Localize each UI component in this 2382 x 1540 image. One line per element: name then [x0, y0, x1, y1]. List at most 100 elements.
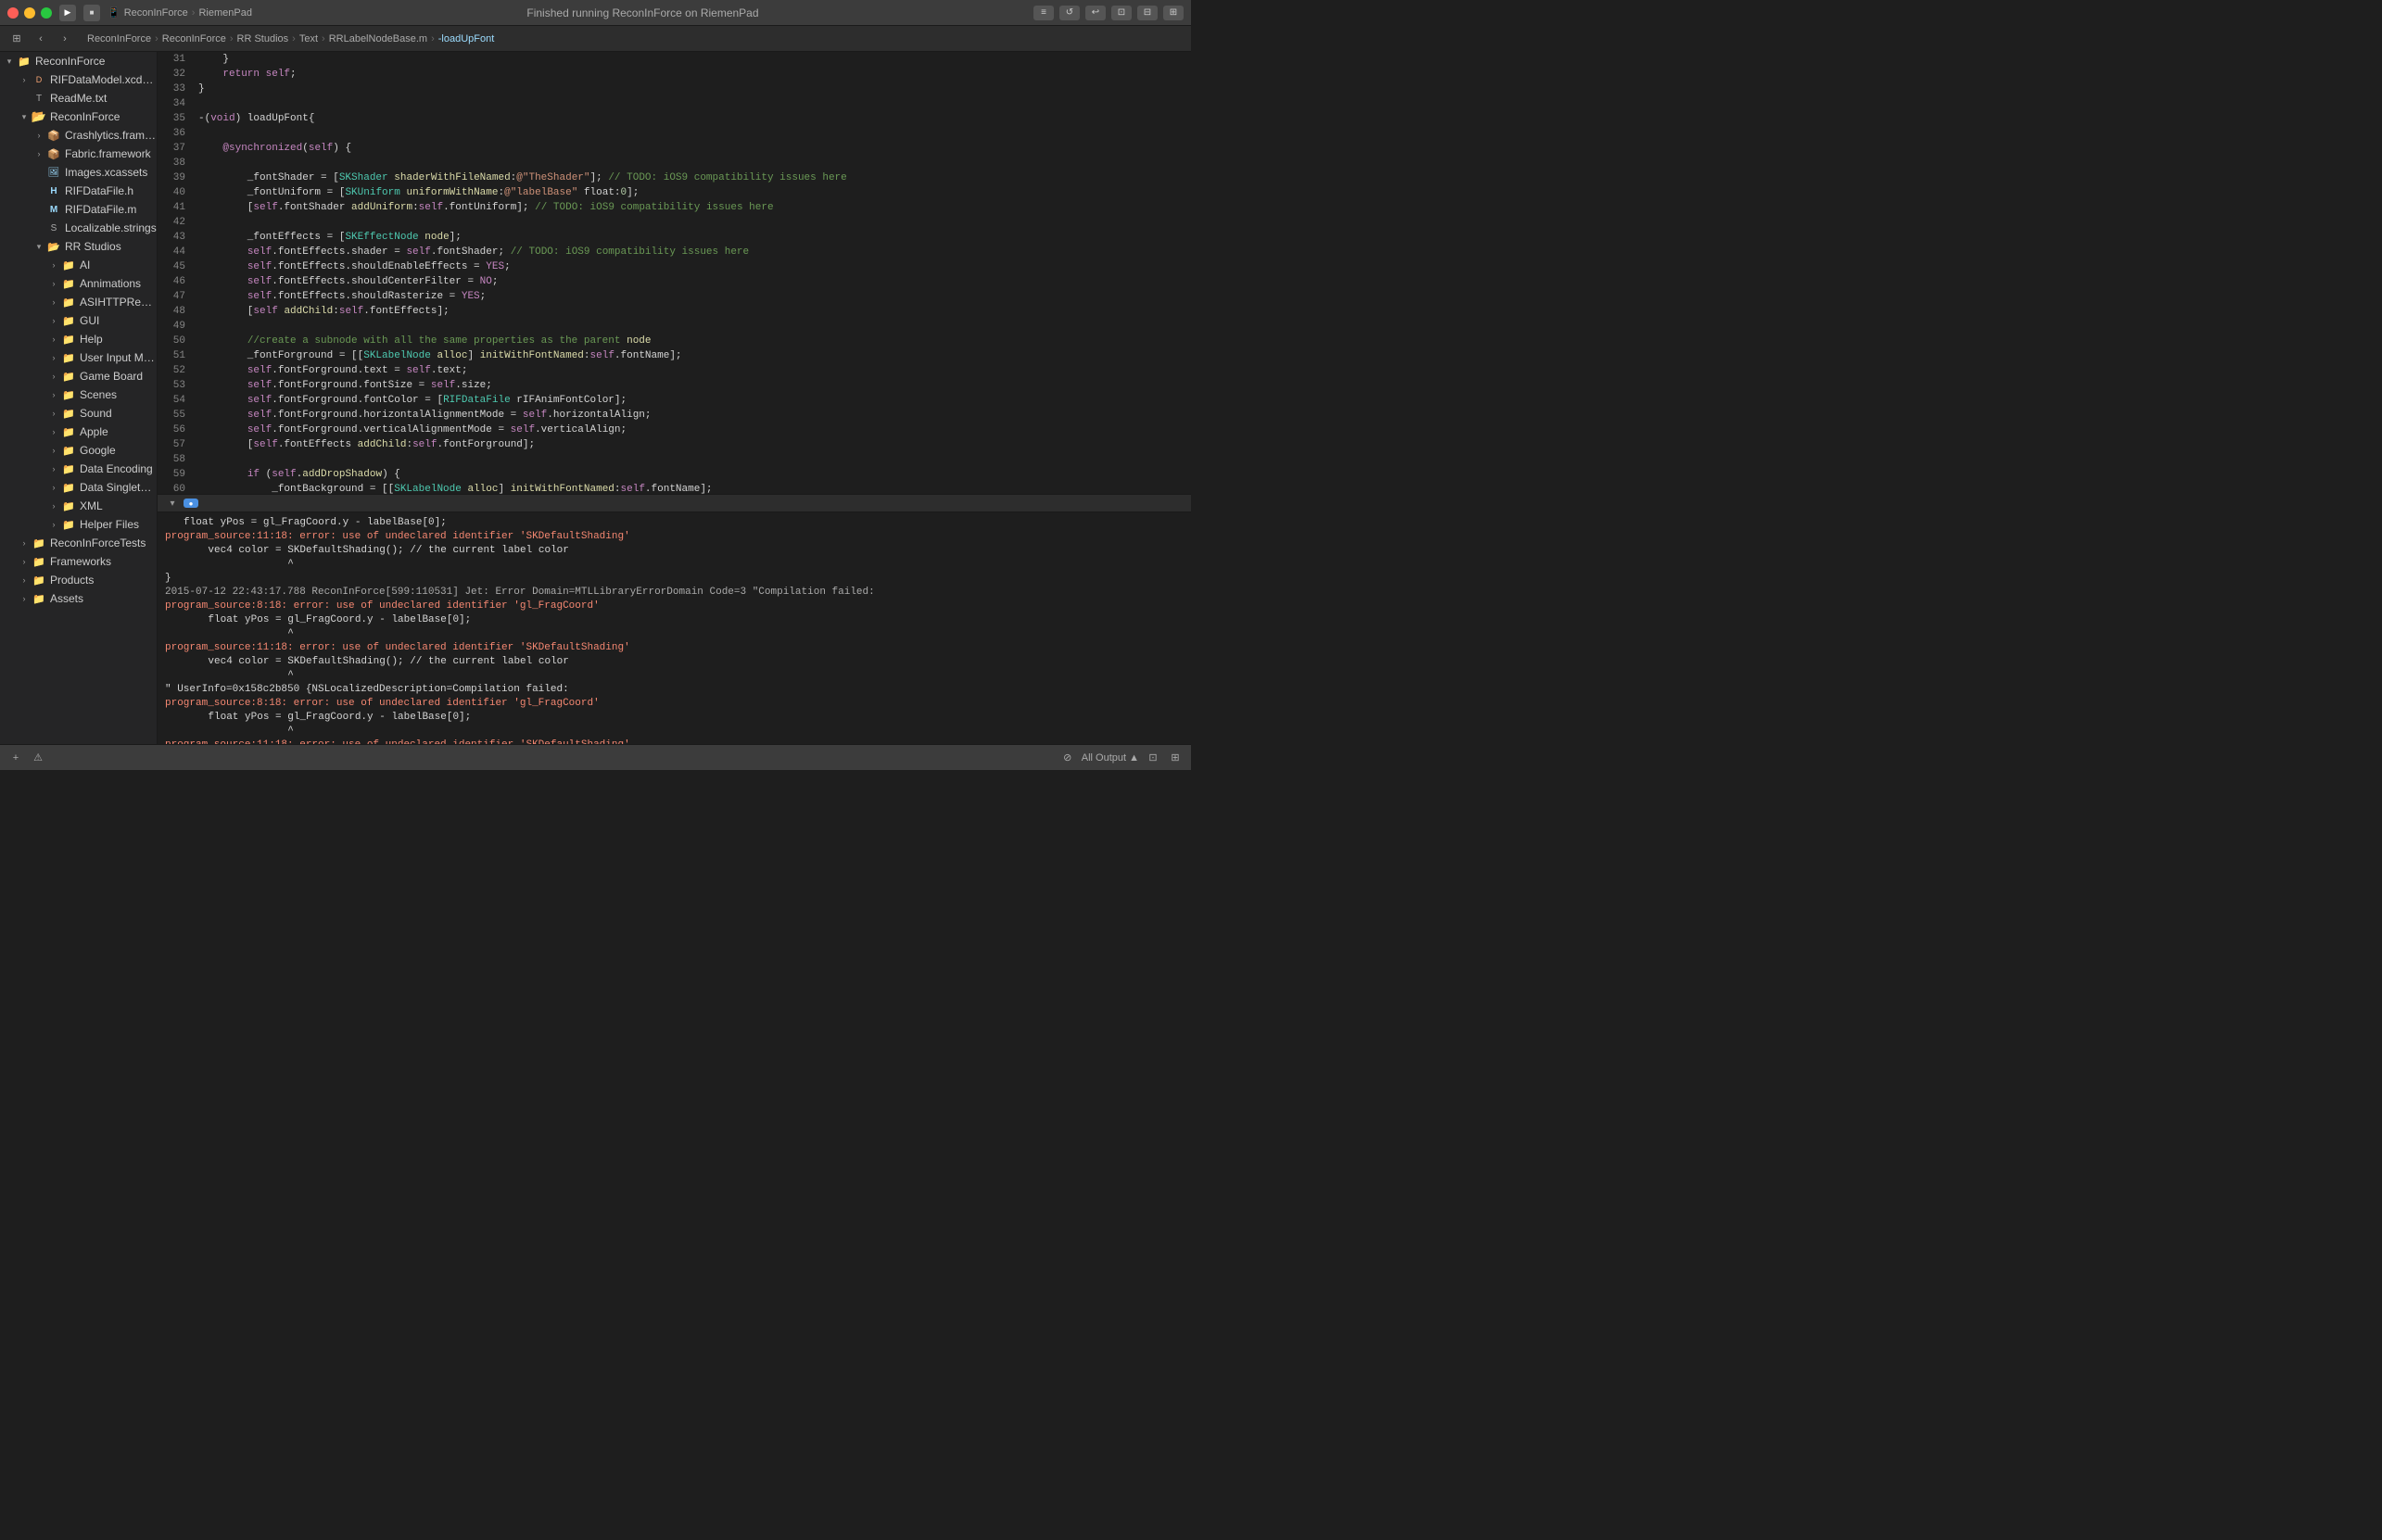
minimize-button[interactable]: [24, 7, 35, 19]
sidebar-item-rifdatafile-h[interactable]: H RIFDataFile.h: [0, 182, 157, 200]
code-line-60[interactable]: 60 _fontBackground = [[SKLabelNode alloc…: [158, 482, 1191, 494]
breadcrumb-reconinforce2[interactable]: ReconInForce: [162, 33, 226, 44]
code-line-59[interactable]: 59 if (self.addDropShadow) {: [158, 467, 1191, 482]
back-button[interactable]: ↩: [1085, 6, 1106, 20]
refresh-button[interactable]: ↺: [1059, 6, 1080, 20]
code-line-36[interactable]: 36: [158, 126, 1191, 141]
console-clear-button[interactable]: ⊘: [1059, 750, 1076, 766]
code-line-42[interactable]: 42: [158, 215, 1191, 230]
console[interactable]: float yPos = gl_FragCoord.y - labelBase[…: [158, 512, 1191, 744]
close-button[interactable]: [7, 7, 19, 19]
sidebar-item-reconinforce[interactable]: ▾ 📂 ReconInForce: [0, 107, 157, 126]
code-line-50[interactable]: 50 //create a subnode with all the same …: [158, 334, 1191, 348]
sidebar-item-frameworks[interactable]: › 📁 Frameworks: [0, 552, 157, 571]
view-toggle-button[interactable]: ⊡: [1111, 6, 1132, 20]
sidebar-item-google[interactable]: › 📁 Google: [0, 441, 157, 460]
line-number: 47: [158, 289, 195, 304]
sidebar-item-reconinforce-tests[interactable]: › 📁 ReconInForceTests: [0, 534, 157, 552]
code-line-52[interactable]: 52 self.fontForground.text = self.text;: [158, 363, 1191, 378]
code-line-40[interactable]: 40 _fontUniform = [SKUniform uniformWith…: [158, 185, 1191, 200]
code-line-33[interactable]: 33}: [158, 82, 1191, 96]
code-line-53[interactable]: 53 self.fontForground.fontSize = self.si…: [158, 378, 1191, 393]
expand-button[interactable]: ⊞: [1163, 6, 1184, 20]
line-number: 45: [158, 259, 195, 274]
stop-button[interactable]: ■: [83, 5, 100, 21]
sidebar-label-gameboard: Game Board: [80, 370, 157, 383]
console-filter-label[interactable]: All Output ▲: [1082, 752, 1139, 764]
sidebar-item-rrstudios[interactable]: ▾ 📂 RR Studios: [0, 237, 157, 256]
sidebar-item-rifdatafile-m[interactable]: M RIFDataFile.m: [0, 200, 157, 219]
code-line-51[interactable]: 51 _fontForground = [[SKLabelNode alloc]…: [158, 348, 1191, 363]
console-settings-button[interactable]: ⊡: [1145, 750, 1161, 766]
sidebar-label-images: Images.xcassets: [65, 166, 157, 179]
nav-back-button[interactable]: ‹: [32, 30, 50, 48]
sidebar-item-asihttprequest[interactable]: › 📁 ASIHTTPRequest: [0, 293, 157, 311]
sidebar-item-scenes[interactable]: › 📁 Scenes: [0, 385, 157, 404]
sidebar-item-userinput[interactable]: › 📁 User Input Management: [0, 348, 157, 367]
statusbar-right: ⊘ All Output ▲ ⊡ ⊞: [1059, 750, 1184, 766]
code-line-35[interactable]: 35-(void) loadUpFont{: [158, 111, 1191, 126]
fullscreen-button[interactable]: [41, 7, 52, 19]
breadcrumb-text[interactable]: Text: [299, 33, 318, 44]
code-line-43[interactable]: 43 _fontEffects = [SKEffectNode node];: [158, 230, 1191, 245]
sidebar-item-crashlytics[interactable]: › 📦 Crashlytics.framework: [0, 126, 157, 145]
breadcrumb-reconinforce1[interactable]: ReconInForce: [87, 33, 151, 44]
sidebar-item-datasingletons[interactable]: › 📁 Data Singletons: [0, 478, 157, 497]
sidebar-item-dataencoding[interactable]: › 📁 Data Encoding: [0, 460, 157, 478]
breadcrumb-sep4: ›: [322, 33, 325, 44]
code-editor[interactable]: 31 }32 return self;33}3435-(void) loadUp…: [158, 52, 1191, 494]
console-expand-button[interactable]: ⊞: [1167, 750, 1184, 766]
sidebar-item-gameboard[interactable]: › 📁 Game Board: [0, 367, 157, 385]
code-line-46[interactable]: 46 self.fontEffects.shouldCenterFilter =…: [158, 274, 1191, 289]
grid-view-button[interactable]: ⊞: [7, 30, 26, 48]
breadcrumb-rrstudios[interactable]: RR Studios: [237, 33, 289, 44]
sidebar-item-localizable[interactable]: S Localizable.strings: [0, 219, 157, 237]
sidebar-label-assets: Assets: [50, 592, 157, 605]
sidebar-item-help[interactable]: › 📁 Help: [0, 330, 157, 348]
sidebar-item-ai[interactable]: › 📁 AI: [0, 256, 157, 274]
sidebar-item-images[interactable]: 🖼 Images.xcassets: [0, 163, 157, 182]
nav-forward-button[interactable]: ›: [56, 30, 74, 48]
code-line-38[interactable]: 38: [158, 156, 1191, 170]
code-line-48[interactable]: 48 [self addChild:self.fontEffects];: [158, 304, 1191, 319]
list-view-button[interactable]: ≡: [1033, 6, 1054, 20]
sidebar-item-annimations[interactable]: › 📁 Annimations: [0, 274, 157, 293]
sidebar-item-root[interactable]: ▾ 📁 ReconInForce: [0, 52, 157, 70]
code-line-57[interactable]: 57 [self.fontEffects addChild:self.fontF…: [158, 437, 1191, 452]
sidebar-item-gui[interactable]: › 📁 GUI: [0, 311, 157, 330]
sidebar-item-products[interactable]: › 📁 Products: [0, 571, 157, 589]
line-number: 40: [158, 185, 195, 200]
code-line-47[interactable]: 47 self.fontEffects.shouldRasterize = YE…: [158, 289, 1191, 304]
sidebar-item-rifdatamodel[interactable]: › D RIFDataModel.xcdatamodeld: [0, 70, 157, 89]
sidebar-item-helperfiles[interactable]: › 📁 Helper Files: [0, 515, 157, 534]
line-number: 44: [158, 245, 195, 259]
collapse-button[interactable]: ▾: [165, 496, 180, 511]
code-line-32[interactable]: 32 return self;: [158, 67, 1191, 82]
code-line-54[interactable]: 54 self.fontForground.fontColor = [RIFDa…: [158, 393, 1191, 408]
code-line-34[interactable]: 34: [158, 96, 1191, 111]
scheme-selector[interactable]: 📱 ReconInForce › RiemenPad: [108, 6, 252, 19]
breadcrumb-method[interactable]: -loadUpFont: [438, 33, 495, 44]
add-status-button[interactable]: +: [7, 750, 24, 766]
code-line-56[interactable]: 56 self.fontForground.verticalAlignmentM…: [158, 423, 1191, 437]
editor-console-splitter[interactable]: ▾ ●: [158, 494, 1191, 512]
expand-arrow-reconinforce: ▾: [17, 112, 32, 122]
code-line-39[interactable]: 39 _fontShader = [SKShader shaderWithFil…: [158, 170, 1191, 185]
code-line-55[interactable]: 55 self.fontForground.horizontalAlignmen…: [158, 408, 1191, 423]
run-button[interactable]: ▶: [59, 5, 76, 21]
sidebar-item-fabric[interactable]: › 📦 Fabric.framework: [0, 145, 157, 163]
sidebar-item-xml[interactable]: › 📁 XML: [0, 497, 157, 515]
code-line-44[interactable]: 44 self.fontEffects.shader = self.fontSh…: [158, 245, 1191, 259]
code-line-37[interactable]: 37 @synchronized(self) {: [158, 141, 1191, 156]
sidebar-item-sound[interactable]: › 📁 Sound: [0, 404, 157, 423]
sidebar-item-apple[interactable]: › 📁 Apple: [0, 423, 157, 441]
code-line-45[interactable]: 45 self.fontEffects.shouldEnableEffects …: [158, 259, 1191, 274]
breadcrumb-file[interactable]: RRLabelNodeBase.m: [329, 33, 427, 44]
code-line-31[interactable]: 31 }: [158, 52, 1191, 67]
code-line-49[interactable]: 49: [158, 319, 1191, 334]
code-line-41[interactable]: 41 [self.fontShader addUniform:self.font…: [158, 200, 1191, 215]
code-line-58[interactable]: 58: [158, 452, 1191, 467]
sidebar-item-assets[interactable]: › 📁 Assets: [0, 589, 157, 608]
split-view-button[interactable]: ⊟: [1137, 6, 1158, 20]
sidebar-item-readme[interactable]: T ReadMe.txt: [0, 89, 157, 107]
